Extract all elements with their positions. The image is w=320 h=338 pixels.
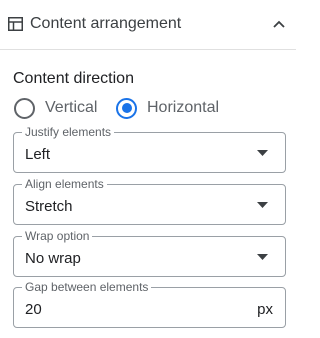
gap-unit: px xyxy=(257,301,273,318)
dropdown-arrow-icon xyxy=(257,254,268,260)
layout-icon xyxy=(8,17,23,31)
gap-input[interactable]: Gap between elements 20 px xyxy=(13,280,286,328)
radio-horizontal[interactable]: Horizontal xyxy=(116,96,219,120)
align-elements-select[interactable]: Align elements Stretch xyxy=(13,177,286,225)
panel-header[interactable]: Content arrangement xyxy=(0,0,296,50)
radio-horizontal-circle[interactable] xyxy=(116,97,137,119)
justify-elements-label: Justify elements xyxy=(22,125,115,139)
radio-vertical-circle[interactable] xyxy=(14,97,35,119)
wrap-option-label: Wrap option xyxy=(22,229,93,243)
radio-vertical-label: Vertical xyxy=(45,99,98,116)
align-elements-label: Align elements xyxy=(22,177,107,191)
content-direction-label: Content direction xyxy=(13,70,134,87)
justify-elements-select[interactable]: Justify elements Left xyxy=(13,125,286,173)
gap-label: Gap between elements xyxy=(22,280,152,294)
panel-title: Content arrangement xyxy=(30,15,182,32)
radio-horizontal-label: Horizontal xyxy=(147,99,220,116)
dropdown-arrow-icon xyxy=(257,150,268,156)
chevron-up-icon[interactable] xyxy=(272,19,286,29)
dropdown-arrow-icon xyxy=(257,202,268,208)
align-elements-value: Stretch xyxy=(25,198,73,215)
gap-value[interactable]: 20 xyxy=(25,301,42,318)
radio-vertical[interactable]: Vertical xyxy=(14,96,97,120)
justify-elements-value: Left xyxy=(25,146,51,163)
wrap-option-value: No wrap xyxy=(25,250,81,267)
wrap-option-select[interactable]: Wrap option No wrap xyxy=(13,229,286,277)
